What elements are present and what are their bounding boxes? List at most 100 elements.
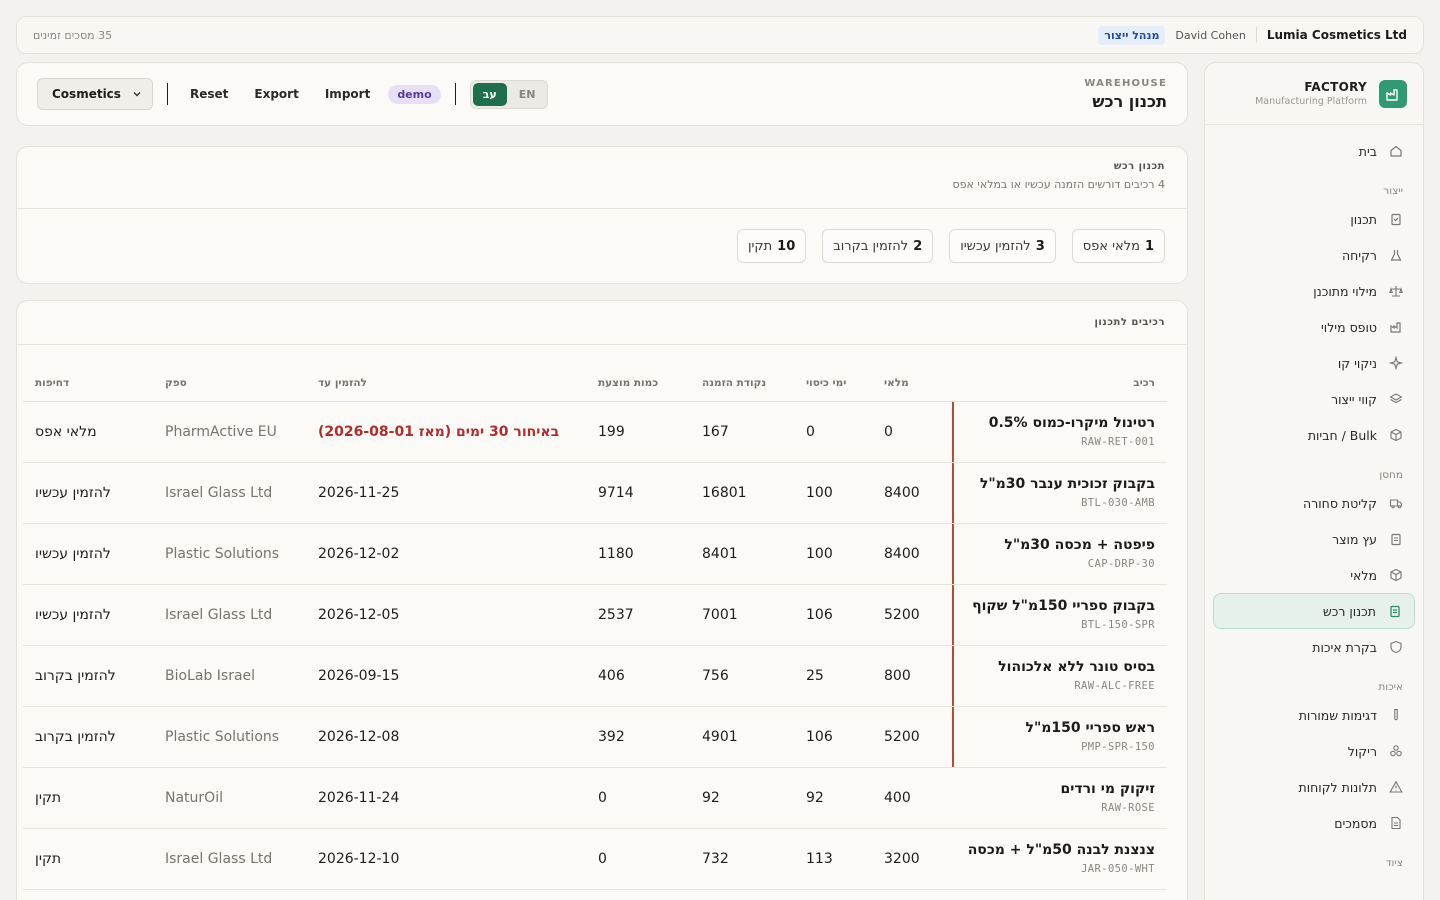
export-button[interactable]: Export: [246, 87, 306, 101]
sparkle-icon: [1389, 356, 1403, 370]
order-by-cell: 2026-12-02: [306, 523, 586, 585]
sidebar-item-planning[interactable]: תכנון: [1213, 201, 1415, 237]
layers-icon: [1389, 393, 1403, 404]
page-kicker: WAREHOUSE: [1084, 77, 1167, 89]
sidebar-item-label: תלונות לקוחות: [1298, 779, 1378, 795]
reorder-cell: 167: [690, 401, 794, 463]
scale-icon: [1389, 286, 1403, 297]
table-row[interactable]: רטינול מיקרו-כמוס 0.5% RAW-RET-001 0 0 16…: [23, 401, 1167, 463]
component-sku: RAW-RET-001: [1081, 436, 1155, 448]
sidebar-item-retained-samples[interactable]: דגימות שמורות: [1213, 697, 1415, 733]
sidebar-item-mixing[interactable]: רקיחה: [1213, 237, 1415, 273]
supplier-cell: PharmActive EU: [153, 401, 306, 463]
component-sku: BTL-030-AMB: [1081, 497, 1155, 509]
col-stock[interactable]: מלאי: [872, 365, 952, 402]
table-row[interactable]: זיקוק מי ורדים RAW-ROSE 400 92 92 0 2026-…: [23, 767, 1167, 829]
divider: [167, 83, 168, 105]
component-sku: PMP-SPR-150: [1081, 741, 1155, 753]
stock-cell: 8400: [872, 462, 952, 524]
col-component[interactable]: רכיב: [952, 365, 1167, 402]
stock-cell: 5200: [872, 584, 952, 646]
chip-ok[interactable]: 10 תקין: [736, 229, 807, 263]
col-reorder-point[interactable]: נקודת הזמנה: [690, 365, 794, 402]
sidebar-item-home[interactable]: בית: [1213, 133, 1415, 169]
sidebar-item-bulk[interactable]: Bulk / חביות: [1213, 417, 1415, 453]
urgency-cell: להזמין עכשיו: [23, 584, 153, 646]
order-by-cell: 2026-12-10: [306, 828, 586, 890]
qty-cell: 2537: [586, 584, 690, 646]
component-name: בקבוק זכוכית ענבר 30מ"ל: [979, 476, 1155, 492]
user-name[interactable]: David Cohen: [1175, 29, 1245, 42]
table-row[interactable]: בקבוק ספריי 150מ"ל שקוף BTL-150-SPR 5200 …: [23, 584, 1167, 646]
col-order-by[interactable]: להזמין עד: [306, 365, 586, 402]
flask-icon: [1390, 250, 1402, 261]
alert-triangle-icon: [1389, 780, 1403, 793]
sidebar-item-filling-form[interactable]: טופס מילוי: [1213, 309, 1415, 345]
sidebar-item-quality-control[interactable]: בקרת איכות: [1213, 629, 1415, 665]
demo-badge[interactable]: demo: [388, 84, 441, 104]
chip-count: 2: [913, 238, 923, 254]
col-urgency[interactable]: דחיפות: [23, 365, 153, 402]
sidebar-item-complaints[interactable]: תלונות לקוחות: [1213, 769, 1415, 805]
reset-button[interactable]: Reset: [182, 87, 236, 101]
brand-text: FACTORY Manufacturing Platform: [1221, 80, 1367, 107]
nav-section-equipment: ציוד: [1385, 857, 1403, 869]
page-title-block: WAREHOUSE תכנון רכש: [1084, 78, 1167, 111]
shield-icon: [1390, 640, 1402, 654]
table-row[interactable]: בקבוק זכוכית ענבר 30מ"ל BTL-030-AMB 8400 …: [23, 462, 1167, 524]
chip-label: להזמין עכשיו: [960, 238, 1031, 254]
supplier-cell: BioLab Israel: [153, 645, 306, 707]
days-cell: 100: [794, 523, 872, 585]
chevron-down-icon: [133, 92, 141, 97]
col-supplier[interactable]: ספק: [153, 365, 306, 402]
sidebar-item-cip[interactable]: ניקוי קו: [1213, 345, 1415, 381]
qty-cell: 0: [586, 767, 690, 829]
sidebar: FACTORY Manufacturing Platform בית ייצור…: [1204, 62, 1424, 900]
sidebar-item-receiving[interactable]: קליטת סחורה: [1213, 485, 1415, 521]
clipboard-list-icon: [1390, 605, 1400, 618]
chip-zero-stock[interactable]: 1 מלאי אפס: [1071, 229, 1165, 263]
nav-section-production: ייצור: [1383, 185, 1403, 197]
chip-label: מלאי אפס: [1082, 238, 1140, 254]
clipboard-icon: [1391, 533, 1401, 546]
qty-cell: 406: [586, 645, 690, 707]
status-chips: 1 מלאי אפס 3 להזמין עכשיו 2 להזמין בקרוב 10…: [17, 209, 1187, 263]
table-row[interactable]: צנצנת לבנה 50מ"ל + מכסה JAR-050-WHT 3200 …: [23, 828, 1167, 890]
reorder-cell: 4901: [690, 706, 794, 768]
supplier-cell: Plastic Solutions: [153, 523, 306, 585]
days-cell: 106: [794, 706, 872, 768]
sidebar-item-procurement-planning[interactable]: תכנון רכש: [1213, 593, 1415, 629]
header-controls: Cosmetics Reset Export Import demo עב EN: [37, 78, 549, 110]
supplier-cell: Plastic Solutions: [153, 706, 306, 768]
page-header: Cosmetics Reset Export Import demo עב EN…: [16, 62, 1188, 126]
brand[interactable]: FACTORY Manufacturing Platform: [1205, 63, 1423, 125]
lang-he-button[interactable]: עב: [472, 82, 507, 106]
table-row[interactable]: ראש ספריי 150מ"ל PMP-SPR-150 5200 106 490…: [23, 706, 1167, 768]
sidebar-item-planned-filling[interactable]: מילוי מתוכנן: [1213, 273, 1415, 309]
category-select[interactable]: Cosmetics: [37, 78, 153, 110]
reorder-cell: 92: [690, 767, 794, 829]
sidebar-item-inventory[interactable]: מלאי: [1213, 557, 1415, 593]
qty-cell: 0: [586, 828, 690, 890]
col-days-cover[interactable]: ימי כיסוי: [794, 365, 872, 402]
col-suggested-qty[interactable]: כמות מוצעת: [586, 365, 690, 402]
sidebar-item-production-lines[interactable]: קווי ייצור: [1213, 381, 1415, 417]
import-button[interactable]: Import: [317, 87, 378, 101]
boxes-icon: [1390, 745, 1402, 757]
sidebar-item-documents[interactable]: מסמכים: [1213, 805, 1415, 841]
qty-cell: 1180: [586, 523, 690, 585]
sidebar-item-recall[interactable]: ריקול: [1213, 733, 1415, 769]
stock-cell: 0: [872, 401, 952, 463]
sidebar-item-label: ריקול: [1347, 743, 1377, 759]
chip-order-now[interactable]: 3 להזמין עכשיו: [949, 229, 1056, 263]
category-select-value: Cosmetics: [52, 87, 121, 101]
brand-title: FACTORY: [1304, 80, 1367, 94]
table-row[interactable]: בסיס טונר ללא אלכוהול RAW-ALC-FREE 800 25…: [23, 645, 1167, 707]
lang-en-button[interactable]: EN: [509, 83, 546, 106]
package-icon: [1390, 428, 1402, 442]
order-by-cell: באיחור 30 ימים (מאז 2026-08-01): [318, 423, 560, 440]
chip-order-soon[interactable]: 2 להזמין בקרוב: [822, 229, 934, 263]
sidebar-item-product-tree[interactable]: עץ מוצר: [1213, 521, 1415, 557]
table-row[interactable]: פיפטה + מכסה 30מ"ל CAP-DRP-30 8400 100 84…: [23, 523, 1167, 585]
divider: [1255, 27, 1257, 43]
